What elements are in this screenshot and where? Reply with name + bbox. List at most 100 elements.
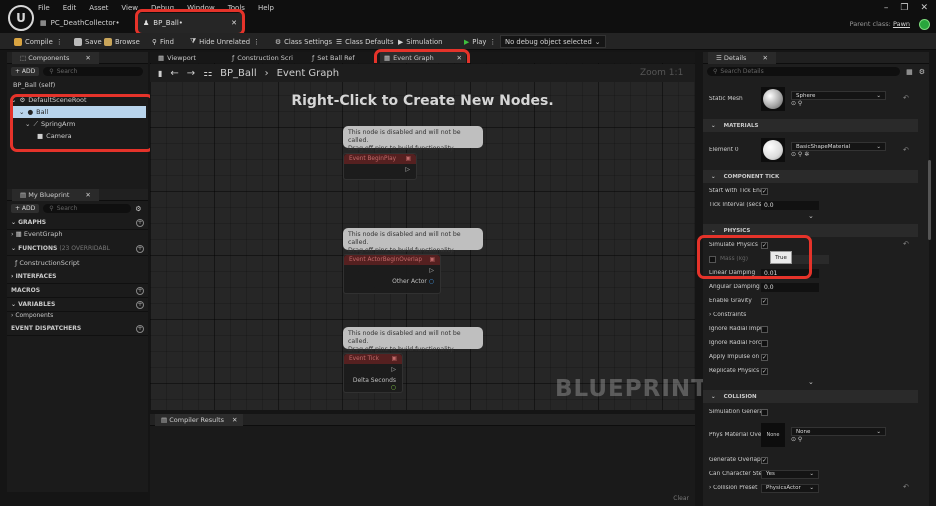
close-compiler-icon[interactable]: ✕ [232, 416, 237, 424]
add-graph-icon[interactable]: + [136, 218, 144, 227]
back-arrow-icon[interactable]: ← [170, 68, 178, 79]
material-dropdown[interactable]: BasicShapeMaterial ⌄ [791, 142, 886, 151]
phys-material-thumbnail[interactable]: None [761, 423, 785, 447]
menu-edit[interactable]: Edit [63, 4, 77, 12]
add-dispatcher-icon[interactable]: + [136, 324, 144, 333]
hide-unrelated-button[interactable]: ⧩ Hide Unrelated ⋮ [190, 35, 260, 48]
row-constraints[interactable]: › Constraints [703, 308, 918, 322]
debug-object-dropdown[interactable]: No debug object selected ⌄ [500, 35, 606, 48]
menu-window[interactable]: Window [187, 4, 215, 12]
exec-pin-icon[interactable]: ▷ [344, 265, 440, 276]
ignore-radial-force-checkbox[interactable] [761, 339, 768, 347]
unreal-logo-icon[interactable]: U [8, 5, 34, 31]
details-search-input[interactable]: ⚲ Search Details [707, 67, 901, 76]
menu-file[interactable]: File [38, 4, 50, 12]
section-event-dispatchers[interactable]: EVENT DISPATCHERS + [7, 322, 148, 336]
delta-seconds-pin[interactable]: Delta Seconds ○ [344, 375, 402, 393]
compile-options-icon[interactable]: ⋮ [56, 38, 63, 46]
material-thumbnail[interactable] [761, 138, 785, 162]
tree-item-springarm[interactable]: ⌄ ⟋ SpringArm [11, 118, 148, 130]
section-macros[interactable]: MACROS + [7, 284, 148, 298]
node-event-tick[interactable]: Event Tick ▣ ▷ Delta Seconds ○ [343, 353, 403, 393]
clear-button[interactable]: Clear [673, 495, 689, 502]
menu-help[interactable]: Help [258, 4, 274, 12]
blueprint-asset-tab[interactable]: ♟ BP_Ball• ✕ [137, 13, 243, 33]
settings-gear-icon[interactable]: ⚙ [919, 68, 925, 76]
menu-debug[interactable]: Debug [151, 4, 174, 12]
tree-item-defaultsceneroot[interactable]: ⌄ ⚙ DefaultSceneRoot [11, 94, 148, 106]
section-materials[interactable]: ⌄ MATERIALS [703, 119, 918, 132]
parent-class-link[interactable]: Pawn [893, 20, 910, 28]
menu-asset[interactable]: Asset [89, 4, 108, 12]
lock-icon[interactable]: ▮ [158, 69, 162, 78]
compile-button[interactable]: Compile ⋮ [14, 35, 63, 48]
reset-arrow-icon[interactable]: ↶ [903, 146, 909, 154]
function-item-constructionscript[interactable]: ƒ ConstructionScript [7, 256, 148, 270]
simulation-button[interactable]: ▶ Simulation [398, 35, 442, 48]
mass-override-checkbox[interactable] [709, 255, 716, 263]
collision-presets-dropdown[interactable]: PhysicsActor ⌄ [761, 483, 819, 493]
reset-arrow-icon[interactable]: ↶ [903, 94, 909, 102]
exec-pin-icon[interactable]: ▷ [344, 364, 402, 375]
hide-unrelated-options-icon[interactable]: ⋮ [253, 38, 260, 46]
can-step-dropdown[interactable]: Yes ⌄ [761, 469, 819, 479]
close-tab-icon[interactable]: ✕ [231, 19, 237, 27]
details-scrollbar[interactable] [928, 160, 931, 240]
menu-view[interactable]: View [121, 4, 138, 12]
maximize-icon[interactable]: ❐ [900, 3, 908, 13]
sim-gen-checkbox[interactable] [761, 408, 768, 416]
tree-item-camera[interactable]: ■ Camera [11, 130, 148, 142]
my-blueprint-tab[interactable]: ▤ My Blueprint ✕ [12, 188, 99, 201]
compiler-results-tab[interactable]: ▤ Compiler Results ✕ [155, 413, 244, 426]
replicate-physics-checkbox[interactable]: ✓ [761, 367, 768, 375]
tree-item-ball[interactable]: ⌄ ● Ball [11, 106, 146, 118]
section-component-tick[interactable]: ⌄ COMPONENT TICK [703, 170, 918, 183]
close-components-icon[interactable]: ✕ [85, 54, 90, 62]
settings-gear-icon[interactable]: ⚙ [135, 205, 141, 213]
section-physics[interactable]: ⌄ PHYSICS [703, 224, 918, 237]
node-event-beginplay[interactable]: Event BeginPlay ▣ ▷ [343, 153, 417, 180]
section-graphs[interactable]: ⌄ GRAPHS + [7, 216, 148, 230]
node-event-actorbeginoverlap[interactable]: Event ActorBeginOverlap ▣ ▷ Other Actor ○ [343, 254, 441, 294]
asset-actions-icon[interactable]: ⊙ ⚲ [791, 100, 886, 107]
section-variables[interactable]: ⌄ VARIABLES + [7, 298, 148, 312]
components-search-input[interactable]: ⚲ Search [43, 67, 144, 76]
close-details-icon[interactable]: ✕ [762, 54, 767, 62]
exec-pin-icon[interactable]: ▷ [344, 164, 416, 175]
add-function-icon[interactable]: + [136, 244, 144, 253]
gen-overlap-checkbox[interactable]: ✓ [761, 456, 768, 464]
play-options-icon[interactable]: ⋮ [489, 38, 496, 46]
project-tab[interactable]: ▦ PC_DeathCollector• [40, 16, 120, 30]
class-settings-button[interactable]: ⚙ Class Settings [275, 35, 332, 48]
section-collision[interactable]: ⌄ COLLISION [703, 390, 918, 403]
play-button[interactable]: ▶ Play ⋮ [464, 35, 496, 48]
apply-impulse-checkbox[interactable]: ✓ [761, 353, 768, 361]
asset-actions-icon[interactable]: ⊙ ⚲ [791, 436, 886, 443]
add-variable-icon[interactable]: + [136, 300, 144, 309]
breadcrumb-graph[interactable]: Event Graph [277, 68, 340, 79]
menu-tools[interactable]: Tools [228, 4, 245, 12]
expand-advanced-icon[interactable]: ⌄ [808, 378, 814, 386]
start-tick-checkbox[interactable]: ✓ [761, 187, 768, 195]
my-blueprint-search-input[interactable]: ⚲ Search [43, 204, 132, 213]
save-button[interactable]: Save [74, 35, 102, 48]
tick-interval-input[interactable]: 0.0 [761, 200, 819, 210]
ignore-radial-impulse-checkbox[interactable] [761, 325, 768, 333]
close-icon[interactable]: ✕ [920, 3, 928, 13]
reset-arrow-icon[interactable]: ↶ [903, 240, 909, 248]
add-component-button[interactable]: + ADD [11, 67, 40, 76]
asset-actions-icon[interactable]: ⊙ ⚲ ✲ [791, 151, 886, 158]
section-interfaces[interactable]: › INTERFACES [7, 270, 148, 284]
angular-damping-input[interactable]: 0.0 [761, 282, 819, 292]
phys-material-dropdown[interactable]: None ⌄ [791, 427, 886, 436]
other-actor-pin[interactable]: Other Actor ○ [344, 276, 440, 287]
add-member-button[interactable]: + ADD [11, 204, 40, 213]
enable-gravity-checkbox[interactable]: ✓ [761, 297, 768, 305]
breadcrumb-blueprint[interactable]: BP_Ball [220, 68, 256, 79]
close-tab-icon[interactable]: ✕ [457, 54, 462, 62]
graph-item-eventgraph[interactable]: › ▦ EventGraph [7, 230, 148, 242]
minimize-icon[interactable]: – [884, 3, 889, 13]
simulate-physics-checkbox[interactable]: ✓ [761, 241, 768, 249]
static-mesh-dropdown[interactable]: Sphere ⌄ [791, 91, 886, 100]
browse-button[interactable]: Browse [104, 35, 140, 48]
